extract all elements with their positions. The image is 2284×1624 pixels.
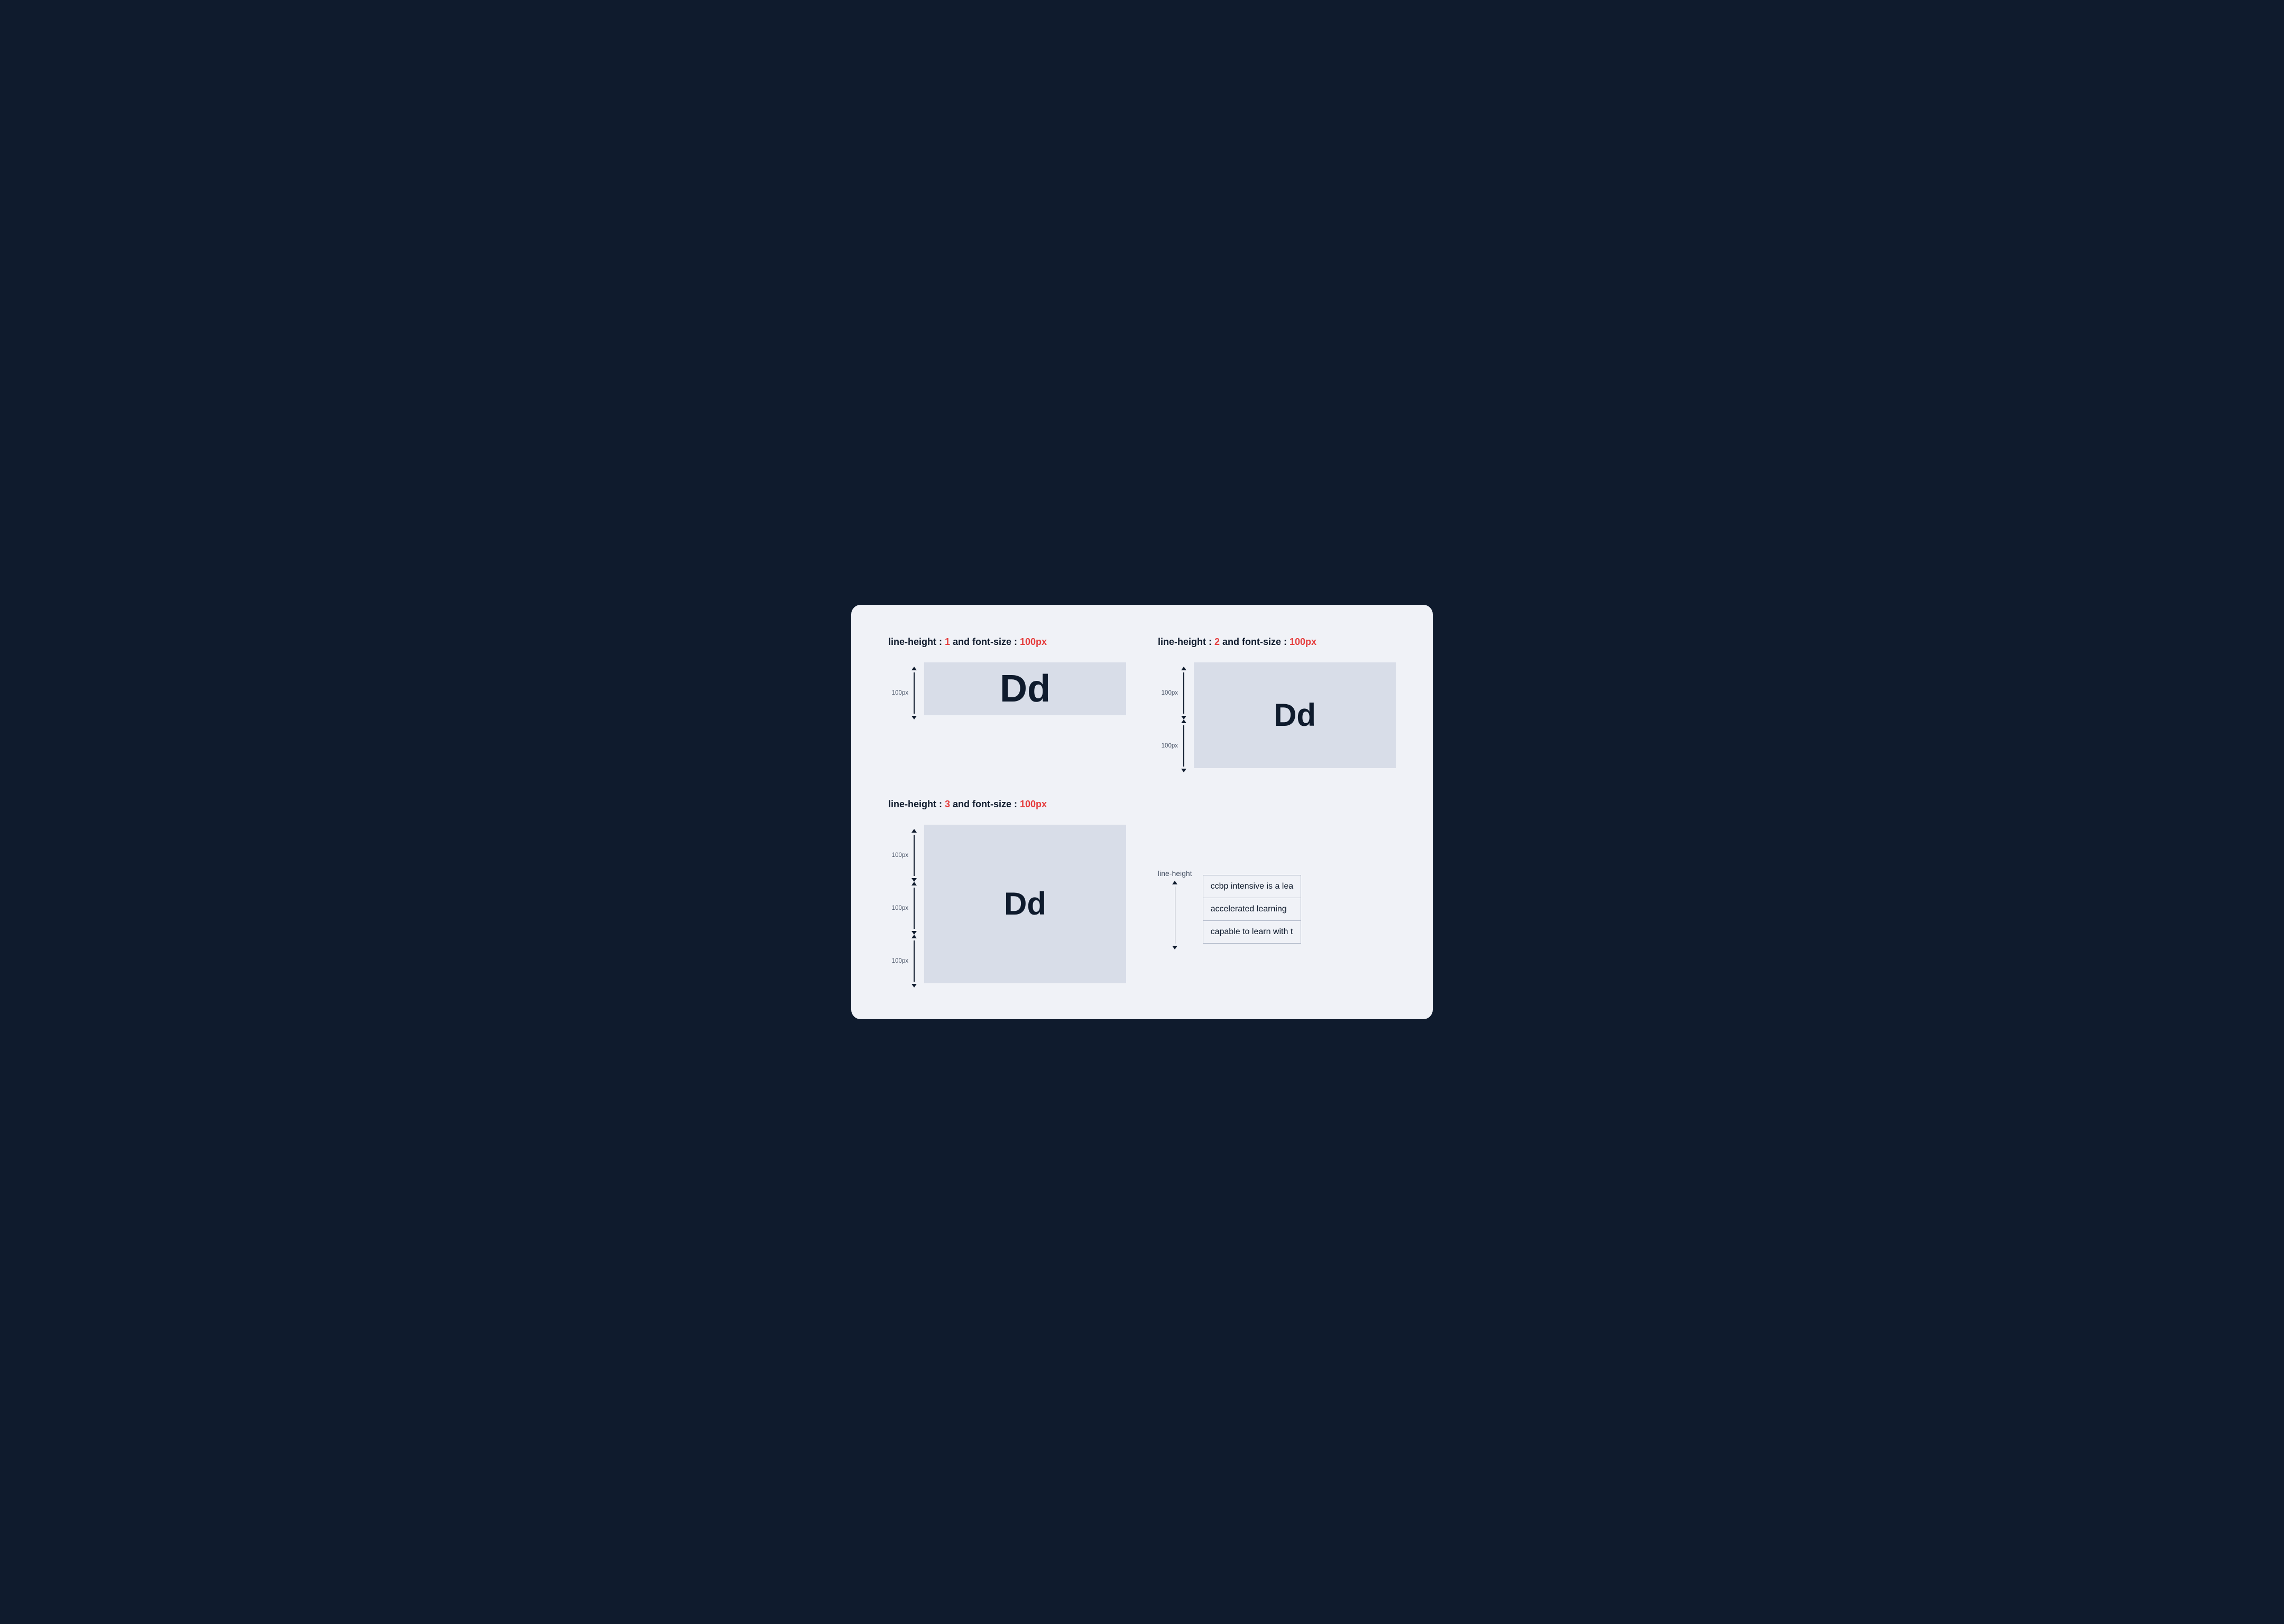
lh3-tip-3-up <box>911 935 917 938</box>
lh2-tip-down <box>1181 769 1186 772</box>
section-lh3-title: line-height : 3 and font-size : 100px <box>888 799 1126 810</box>
lh2-px-top: 100px <box>1158 690 1178 696</box>
lh1-px-label: 100px <box>888 690 908 696</box>
lh3-dd-text: Dd <box>1004 888 1046 920</box>
title-mid-1: and font-size : <box>950 636 1020 647</box>
section-lh1-title: line-height : 1 and font-size : 100px <box>888 636 1126 648</box>
lh3-px-bottom: 100px <box>888 958 908 964</box>
lh3-px-mid: 100px <box>888 905 908 911</box>
lh2-shaft-bottom <box>1183 725 1184 767</box>
section-lh2: line-height : 2 and font-size : 100px 10… <box>1158 636 1396 772</box>
lh3-dd-box: Dd <box>924 825 1126 983</box>
lh3-arrow-mid <box>911 882 917 935</box>
lh3-row1: 100px <box>888 829 917 882</box>
lh1-arrow-top <box>911 667 917 670</box>
lh2-tip-up-mid <box>1181 719 1186 723</box>
lh3-row2: 100px <box>888 882 917 935</box>
section-lh-text: line-height ccbp intensive is a lea acce… <box>1158 799 1396 988</box>
text-line-3: capable to learn with t <box>1203 921 1301 943</box>
title-lh-2: 2 <box>1214 636 1220 647</box>
lh-text-tip-up <box>1172 881 1177 884</box>
main-card: line-height : 1 and font-size : 100px 10… <box>851 605 1433 1019</box>
lh3-tip-3-down <box>911 984 917 988</box>
lh1-arrow-bottom <box>911 716 917 719</box>
section-lh3: line-height : 3 and font-size : 100px 10… <box>888 799 1126 988</box>
lh2-px-bottom: 100px <box>1158 743 1178 749</box>
lh3-measurement: 100px 100px <box>888 825 917 988</box>
title-prefix-3: line-height : <box>888 799 945 809</box>
title-lh-3: 3 <box>945 799 950 809</box>
title-fs-2: 100px <box>1290 636 1316 647</box>
title-mid-2: and font-size : <box>1220 636 1290 647</box>
lh-text-label: line-height <box>1158 869 1192 878</box>
lh3-tip-1-down <box>911 878 917 882</box>
lh-text-tip-down <box>1172 946 1177 949</box>
lh1-arrow <box>911 667 917 719</box>
lh2-dd-box: Dd <box>1194 662 1396 768</box>
lh3-tip-up <box>911 829 917 833</box>
lh3-tip-2-up <box>911 882 917 885</box>
lh-text-demo: line-height ccbp intensive is a lea acce… <box>1158 869 1301 949</box>
lh3-shaft-1 <box>914 835 915 876</box>
lh2-shaft-top <box>1183 672 1184 714</box>
title-fs-1: 100px <box>1020 636 1047 647</box>
lh2-tip-down-mid <box>1181 716 1186 719</box>
lh2-tip-up <box>1181 667 1186 670</box>
title-prefix-2: line-height : <box>1158 636 1214 647</box>
text-line-1: ccbp intensive is a lea <box>1203 875 1301 898</box>
lh1-shaft <box>914 672 915 714</box>
lh1-dd-box: Dd <box>924 662 1126 715</box>
lh3-arrow-bottom <box>911 935 917 988</box>
lh3-row3: 100px <box>888 935 917 988</box>
lh-text-shaft <box>1175 887 1176 944</box>
lh-text-arrow <box>1172 881 1177 949</box>
lh1-measurement: 100px <box>888 662 917 719</box>
lh2-row2: 100px <box>1158 719 1186 772</box>
lh2-demo-area: 100px 100px <box>1158 662 1396 772</box>
lh1-dd-text: Dd <box>1000 670 1051 708</box>
lh3-demo-area: 100px 100px <box>888 825 1126 988</box>
lh2-row1: 100px <box>1158 667 1186 719</box>
lh3-tip-2-down <box>911 931 917 935</box>
text-lines-container: ccbp intensive is a lea accelerated lear… <box>1203 875 1302 944</box>
lh3-shaft-2 <box>914 888 915 929</box>
lh3-shaft-3 <box>914 940 915 982</box>
lh1-demo-area: 100px Dd <box>888 662 1126 719</box>
lh3-arrow-top <box>911 829 917 882</box>
lh-indicator: line-height <box>1158 869 1192 949</box>
section-lh1: line-height : 1 and font-size : 100px 10… <box>888 636 1126 772</box>
section-lh2-title: line-height : 2 and font-size : 100px <box>1158 636 1396 648</box>
title-fs-3: 100px <box>1020 799 1047 809</box>
title-lh-1: 1 <box>945 636 950 647</box>
title-mid-3: and font-size : <box>950 799 1020 809</box>
lh2-arrow-bottom <box>1181 719 1186 772</box>
lh2-measurement: 100px 100px <box>1158 662 1186 772</box>
text-line-2: accelerated learning <box>1203 898 1301 921</box>
lh3-px-top: 100px <box>888 852 908 859</box>
lh2-dd-text: Dd <box>1274 699 1316 731</box>
title-prefix-1: line-height : <box>888 636 945 647</box>
lh2-arrow-top <box>1181 667 1186 719</box>
